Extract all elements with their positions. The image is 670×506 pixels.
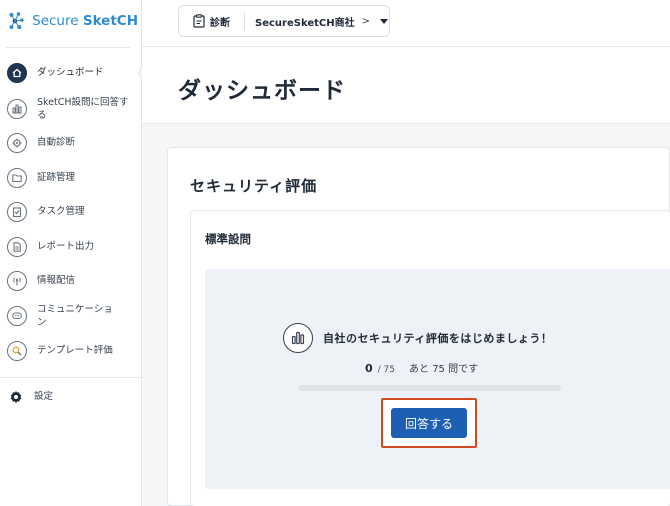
home-icon <box>7 63 27 83</box>
sidebar-item-report[interactable]: レポート出力 <box>7 237 137 257</box>
cta-message: 自社のセキュリティ評価をはじめましょう！ <box>323 332 553 345</box>
chevron-right-icon: > <box>361 15 370 27</box>
bar-chart-icon <box>7 99 27 120</box>
logo-text: Secure SketCH <box>32 13 138 29</box>
answer-button[interactable]: 回答する <box>391 408 467 438</box>
start-evaluation-box: 自社のセキュリティ評価をはじめましょう！ 0 / 75 あと 75 問です 回答… <box>205 269 670 489</box>
logo-divider <box>6 47 130 48</box>
clipboard-icon <box>193 14 205 28</box>
total-count: / 75 <box>377 365 396 375</box>
cta-message-row: 自社のセキュリティ評価をはじめましょう！ <box>283 323 552 353</box>
bar-chart-icon <box>283 323 313 353</box>
task-icon <box>7 202 27 222</box>
security-evaluation-card: セキュリティ評価 標準設問 自社のセキュリティ評価をはじめましょう！ 0 / 7… <box>167 147 670 506</box>
sidebar-item-label: 情報配信 <box>37 275 76 287</box>
logo-mark-icon <box>9 12 24 30</box>
card-title: セキュリティ評価 <box>190 177 318 195</box>
page-title: ダッシュボード <box>178 78 346 104</box>
sidebar-item-communication[interactable]: コミュニケーション <box>7 303 137 330</box>
sidebar-item-info-broadcast[interactable]: 情報配信 <box>7 271 137 291</box>
sidebar-item-label: 設定 <box>34 391 54 403</box>
progress-text: 0 / 75 あと 75 問です <box>365 360 478 375</box>
sidebar-item-template-evaluation[interactable]: テンプレート評価 <box>7 341 137 361</box>
diagnosis-context-selector[interactable]: 診断 SecureSketCH商社 > <box>178 5 390 37</box>
sidebar-item-label: レポート出力 <box>37 241 95 253</box>
sidebar-item-auto-diagnosis[interactable]: 自動診断 <box>7 133 137 153</box>
gear-icon <box>7 133 27 153</box>
page-header: ダッシュボード <box>142 47 670 124</box>
sidebar-item-dashboard[interactable]: ダッシュボード <box>7 63 137 83</box>
gear-icon <box>10 391 22 403</box>
sidebar: Secure SketCH ダッシュボード SketCH設問に回答する 自動診断… <box>0 0 144 506</box>
sidebar-item-label: SketCH設問に回答する <box>37 97 129 122</box>
sidebar-item-evidence[interactable]: 証跡管理 <box>7 168 137 188</box>
template-search-icon <box>7 341 27 361</box>
remaining-count: あと 75 問です <box>409 364 479 375</box>
top-bar: 診断 SecureSketCH商社 > <box>142 0 670 47</box>
sidebar-item-label: テンプレート評価 <box>37 345 113 357</box>
folder-icon <box>7 168 27 188</box>
pill-divider <box>244 12 245 30</box>
chat-icon <box>7 306 27 327</box>
sidebar-item-label: 自動診断 <box>37 137 76 149</box>
company-name: SecureSketCH商社 <box>255 17 355 29</box>
sidebar-item-settings[interactable]: 設定 <box>7 390 137 404</box>
standard-questions-panel: 標準設問 自社のセキュリティ評価をはじめましょう！ 0 / 75 あと 75 問… <box>190 210 670 506</box>
sidebar-item-label: 証跡管理 <box>37 172 76 184</box>
context-label: 診断 <box>210 17 230 29</box>
answered-count: 0 <box>365 362 373 375</box>
progress-bar <box>299 385 561 391</box>
sidebar-item-label: タスク管理 <box>37 206 85 218</box>
sidebar-item-label: コミュニケーション <box>37 304 113 329</box>
broadcast-icon <box>7 271 27 291</box>
app-logo[interactable]: Secure SketCH <box>8 9 138 33</box>
dropdown-caret-icon[interactable] <box>380 18 388 24</box>
sidebar-divider <box>0 377 142 378</box>
document-icon <box>7 237 27 257</box>
section-title: 標準設問 <box>205 232 251 246</box>
answer-button-highlight: 回答する <box>381 398 477 448</box>
sidebar-item-label: ダッシュボード <box>37 67 104 79</box>
sidebar-item-tasks[interactable]: タスク管理 <box>7 202 137 222</box>
sidebar-item-sketch-questions[interactable]: SketCH設問に回答する <box>7 96 137 123</box>
